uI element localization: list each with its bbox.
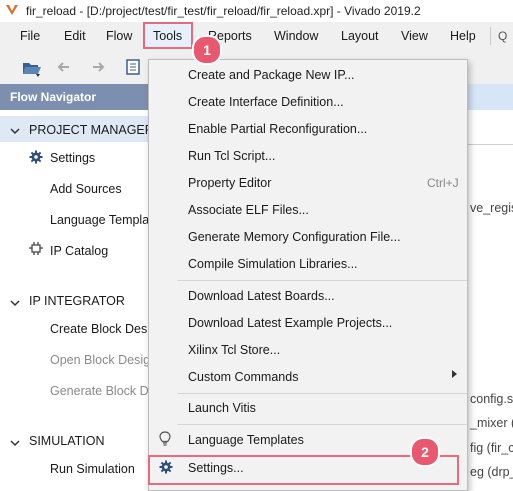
menu-item-property-editor[interactable]: Property Editor xyxy=(188,176,271,190)
nav-item-language-templates[interactable]: Language Templa xyxy=(50,213,149,227)
menu-separator xyxy=(178,393,467,394)
menu-item-enable-partial-reconfiguration[interactable]: Enable Partial Reconfiguration... xyxy=(188,122,367,136)
nav-item-settings[interactable]: Settings xyxy=(50,151,95,165)
background-text: config.sv xyxy=(470,392,513,406)
menu-item-generate-memory-configuration-file[interactable]: Generate Memory Configuration File... xyxy=(188,230,401,244)
menu-item-compile-simulation-libraries[interactable]: Compile Simulation Libraries... xyxy=(188,257,358,271)
flow-navigator-title: Flow Navigator xyxy=(10,90,97,104)
nav-item-run-simulation[interactable]: Run Simulation xyxy=(50,462,135,476)
search-icon[interactable]: Q xyxy=(498,29,507,43)
menu-file[interactable]: File xyxy=(20,29,40,43)
undo-icon[interactable] xyxy=(56,60,72,77)
step-badge-1: 1 xyxy=(192,35,222,65)
background-text: ve_regis xyxy=(470,201,513,215)
section-simulation[interactable]: SIMULATION xyxy=(29,434,104,448)
background-text: _mixer (c xyxy=(470,416,513,430)
menu-flow[interactable]: Flow xyxy=(106,29,132,43)
menu-item-launch-vitis[interactable]: Launch Vitis xyxy=(188,401,256,415)
step-badge-2: 2 xyxy=(410,437,440,467)
nav-item-ip-catalog[interactable]: IP Catalog xyxy=(50,244,108,258)
ip-catalog-icon xyxy=(29,242,43,259)
document-icon[interactable] xyxy=(126,59,140,78)
nav-item-open-block-design: Open Block Desig xyxy=(50,353,151,367)
chevron-down-icon[interactable] xyxy=(10,296,20,310)
nav-item-add-sources[interactable]: Add Sources xyxy=(50,182,122,196)
background-text: fig (fir_c xyxy=(470,441,513,455)
section-project-manager[interactable]: PROJECT MANAGER xyxy=(29,123,154,137)
menu-item-download-latest-boards[interactable]: Download Latest Boards... xyxy=(188,289,335,303)
menu-item-create-interface-definition[interactable]: Create Interface Definition... xyxy=(188,95,344,109)
vivado-app-icon xyxy=(5,3,19,17)
menu-item-custom-commands[interactable]: Custom Commands xyxy=(188,370,298,384)
redo-icon[interactable] xyxy=(90,60,106,77)
menu-divider xyxy=(490,27,491,45)
background-text: eg (drp_ xyxy=(470,465,513,479)
menu-item-download-latest-example-projects[interactable]: Download Latest Example Projects... xyxy=(188,316,392,330)
menu-separator xyxy=(178,424,467,425)
menu-item-associate-elf-files[interactable]: Associate ELF Files... xyxy=(188,203,309,217)
open-project-icon[interactable] xyxy=(22,59,42,80)
menu-help[interactable]: Help xyxy=(450,29,476,43)
right-panel-header xyxy=(466,84,513,110)
chevron-down-icon[interactable] xyxy=(10,124,20,138)
submenu-arrow-icon xyxy=(452,370,457,378)
menu-window[interactable]: Window xyxy=(274,29,318,43)
gear-icon xyxy=(29,150,43,167)
menu-edit[interactable]: Edit xyxy=(64,29,86,43)
nav-item-create-block-design[interactable]: Create Block Desi xyxy=(50,322,150,336)
menu-layout[interactable]: Layout xyxy=(341,29,379,43)
menu-item-run-tcl-script[interactable]: Run Tcl Script... xyxy=(188,149,275,163)
menu-item-language-templates[interactable]: Language Templates xyxy=(188,433,304,447)
menu-view[interactable]: View xyxy=(401,29,428,43)
menu-item-create-and-package-new-ip[interactable]: Create and Package New IP... xyxy=(188,68,355,82)
right-panel-divider xyxy=(466,144,513,145)
menu-separator xyxy=(178,280,467,281)
nav-item-generate-block-design: Generate Block D xyxy=(50,384,149,398)
window-title: fir_reload - [D:/project/test/fir_test/f… xyxy=(26,4,421,18)
section-ip-integrator[interactable]: IP INTEGRATOR xyxy=(29,294,125,308)
chevron-down-icon[interactable] xyxy=(10,436,20,450)
menu-item-xilinx-tcl-store[interactable]: Xilinx Tcl Store... xyxy=(188,343,280,357)
menu-tools[interactable]: Tools xyxy=(153,29,182,43)
property-editor-shortcut: Ctrl+J xyxy=(427,176,459,190)
lightbulb-icon xyxy=(159,431,171,450)
